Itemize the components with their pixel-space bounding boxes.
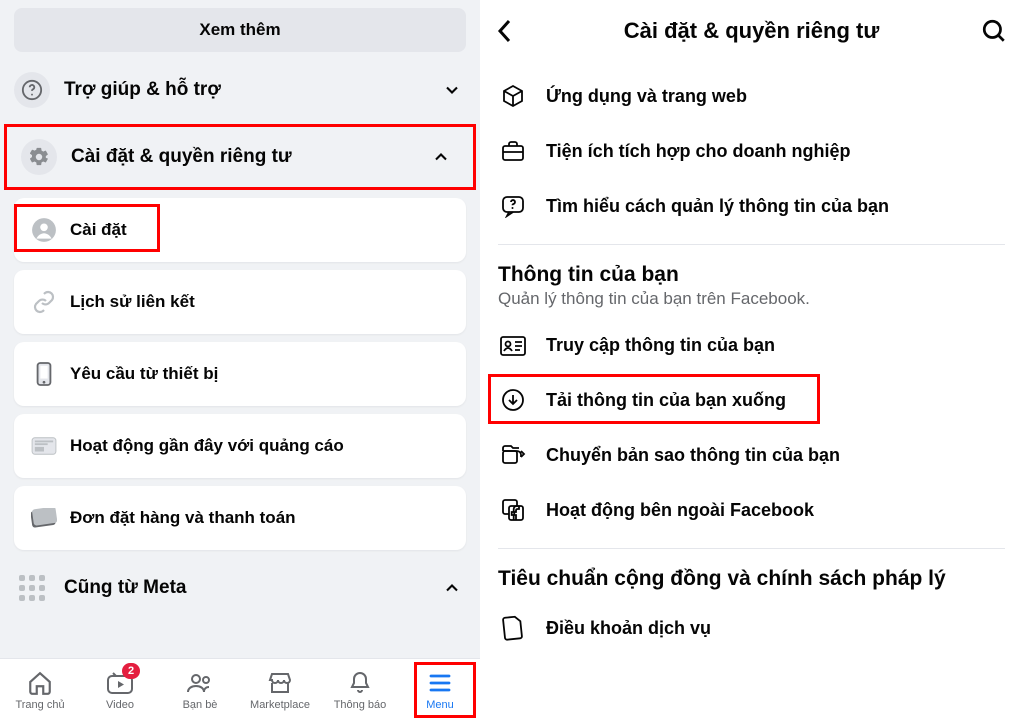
divider <box>498 548 1005 549</box>
grid-icon <box>14 570 50 606</box>
biz-integrations-item[interactable]: Tiện ích tích hợp cho doanh nghiệp <box>480 124 1023 178</box>
ad-icon <box>30 432 58 460</box>
help-label: Trợ giúp & hỗ trợ <box>64 79 442 101</box>
terms-item[interactable]: Điều khoản dịch vụ <box>480 599 1023 657</box>
settings-card-label: Cài đặt <box>70 220 127 240</box>
nav-notifications[interactable]: Thông báo <box>320 659 400 720</box>
device-requests-card[interactable]: Yêu cầu từ thiết bị <box>14 342 466 406</box>
right-header: Cài đặt & quyền riêng tư <box>480 0 1023 68</box>
off-fb-item[interactable]: Hoạt động bên ngoài Facebook <box>480 482 1023 538</box>
device-requests-label: Yêu cầu từ thiết bị <box>70 364 218 384</box>
ad-activity-card[interactable]: Hoạt động gần đây với quảng cáo <box>14 414 466 478</box>
search-button[interactable] <box>979 18 1007 44</box>
left-panel: Xem thêm Trợ giúp & hỗ trợ Cài đặt & quy… <box>0 0 480 720</box>
chevron-up-icon <box>442 578 462 598</box>
from-meta-label: Cũng từ Meta <box>64 577 442 599</box>
video-badge: 2 <box>122 663 140 679</box>
person-icon <box>30 216 58 244</box>
bell-icon <box>348 669 372 697</box>
settings-privacy-row[interactable]: Cài đặt & quyền riêng tư <box>4 124 476 190</box>
link-history-label: Lịch sử liên kết <box>70 292 195 312</box>
link-history-card[interactable]: Lịch sử liên kết <box>14 270 466 334</box>
transfer-icon <box>498 444 528 466</box>
divider <box>498 244 1005 245</box>
gear-icon <box>21 139 57 175</box>
ad-activity-label: Hoạt động gần đây với quảng cáo <box>70 436 344 456</box>
document-icon <box>498 615 528 641</box>
transfer-copy-item[interactable]: Chuyển bản sao thông tin của bạn <box>480 428 1023 482</box>
box-icon <box>498 84 528 108</box>
card-icon <box>30 504 58 532</box>
question-icon <box>14 72 50 108</box>
bottom-nav: Trang chủ 2 Video Bạn bè Marketplace Thô… <box>0 658 480 720</box>
from-meta-row[interactable]: Cũng từ Meta <box>0 558 480 618</box>
access-info-item[interactable]: Truy cập thông tin của bạn <box>480 319 1023 372</box>
see-more-button[interactable]: Xem thêm <box>14 8 466 52</box>
apps-web-item[interactable]: Ứng dụng và trang web <box>480 68 1023 124</box>
orders-payments-label: Đơn đặt hàng và thanh toán <box>70 508 296 528</box>
chevron-down-icon <box>442 80 462 100</box>
settings-privacy-label: Cài đặt & quyền riêng tư <box>71 146 431 168</box>
briefcase-icon <box>498 140 528 162</box>
shop-icon <box>267 669 293 697</box>
settings-card[interactable]: Cài đặt <box>14 198 466 262</box>
id-card-icon <box>498 336 528 356</box>
nav-video[interactable]: 2 Video <box>80 659 160 720</box>
home-icon <box>27 669 53 697</box>
manage-info-item[interactable]: Tìm hiểu cách quản lý thông tin của bạn <box>480 178 1023 234</box>
chevron-up-icon <box>431 147 451 167</box>
nav-marketplace[interactable]: Marketplace <box>240 659 320 720</box>
highlight-menu <box>414 662 476 718</box>
download-info-item[interactable]: Tải thông tin của bạn xuống <box>480 372 1023 428</box>
question-chat-icon <box>498 194 528 218</box>
your-info-title: Thông tin của bạn <box>480 255 1023 287</box>
right-title: Cài đặt & quyền riêng tư <box>524 18 979 44</box>
help-support-row[interactable]: Trợ giúp & hỗ trợ <box>0 60 480 120</box>
nav-friends[interactable]: Bạn bè <box>160 659 240 720</box>
friends-icon <box>186 669 214 697</box>
policy-title: Tiêu chuẩn cộng đồng và chính sách pháp … <box>480 559 1023 599</box>
device-icon <box>30 360 58 388</box>
nav-home[interactable]: Trang chủ <box>0 659 80 720</box>
off-fb-icon <box>498 498 528 522</box>
your-info-sub: Quản lý thông tin của bạn trên Facebook. <box>480 287 1023 319</box>
orders-payments-card[interactable]: Đơn đặt hàng và thanh toán <box>14 486 466 550</box>
download-icon <box>498 388 528 412</box>
right-panel: Cài đặt & quyền riêng tư Ứng dụng và tra… <box>480 0 1023 720</box>
link-icon <box>30 288 58 316</box>
back-button[interactable] <box>496 18 524 44</box>
